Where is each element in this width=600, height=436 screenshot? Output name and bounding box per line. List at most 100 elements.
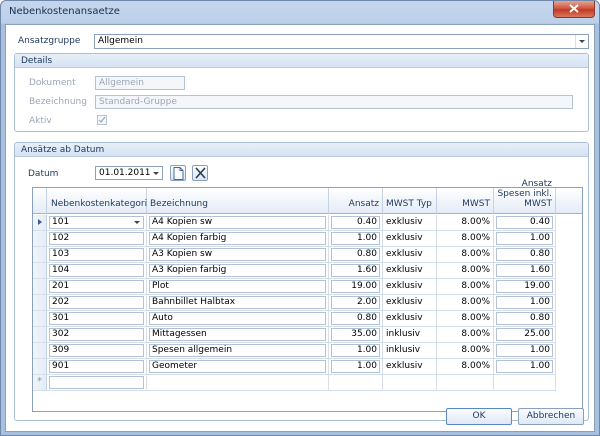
column-header-mwst[interactable]: MWST — [437, 188, 494, 214]
cell-mwst[interactable]: 8.00% — [437, 343, 494, 359]
cell-bezeichnung[interactable]: A3 Kopien farbig — [147, 263, 329, 279]
row-indicator-current[interactable] — [33, 215, 47, 231]
value-input[interactable]: A3 Kopien farbig — [149, 264, 326, 277]
value-input[interactable]: 1.00 — [496, 344, 553, 357]
cancel-button[interactable]: Abbrechen — [518, 408, 584, 425]
cell-bezeichnung[interactable]: Spesen allgemein — [147, 343, 329, 359]
cell-mwst[interactable]: 8.00% — [437, 327, 494, 343]
cell-bezeichnung[interactable] — [147, 375, 329, 391]
row-indicator[interactable]: * — [33, 375, 47, 391]
row-indicator[interactable] — [33, 327, 47, 343]
kategorie-input[interactable]: 201 — [49, 280, 144, 293]
cell-ansatz[interactable] — [329, 375, 383, 391]
kategorie-input[interactable]: 102 — [49, 232, 144, 245]
cell-bezeichnung[interactable]: Auto — [147, 311, 329, 327]
row-indicator[interactable] — [33, 343, 47, 359]
value-input[interactable]: A3 Kopien sw — [149, 248, 326, 261]
kategorie-input[interactable]: 302 — [49, 328, 144, 341]
value-input[interactable]: 0.80 — [331, 312, 380, 325]
cell-mwst-typ[interactable]: exklusiv — [383, 215, 437, 231]
cell-ansatz[interactable]: 1.60 — [329, 263, 383, 279]
cell-mwst[interactable]: 8.00% — [437, 295, 494, 311]
cell-kategorie[interactable]: 103 — [47, 247, 147, 263]
value-input[interactable]: 1.00 — [496, 360, 553, 373]
value-input[interactable]: 0.80 — [496, 312, 553, 325]
cell-mwst[interactable]: 8.00% — [437, 279, 494, 295]
cell-kategorie[interactable]: 104 — [47, 263, 147, 279]
cell-ansatz-spesen[interactable]: 1.60 — [494, 263, 556, 279]
cell-mwst[interactable]: 8.00% — [437, 263, 494, 279]
cell-ansatz[interactable]: 19.00 — [329, 279, 383, 295]
cell-mwst[interactable]: 8.00% — [437, 247, 494, 263]
kategorie-input[interactable]: 104 — [49, 264, 144, 277]
close-button[interactable] — [553, 1, 595, 18]
cell-kategorie[interactable]: 101 — [47, 215, 147, 231]
column-header-bezeichnung[interactable]: Bezeichnung — [147, 188, 329, 214]
value-input[interactable]: 19.00 — [331, 280, 380, 293]
cell-kategorie[interactable] — [47, 375, 147, 391]
cell-ansatz[interactable]: 0.40 — [329, 215, 383, 231]
cell-mwst-typ[interactable]: exklusiv — [383, 231, 437, 247]
row-indicator[interactable] — [33, 231, 47, 247]
kategorie-input[interactable]: 101 — [49, 216, 144, 229]
datum-dropdown-button[interactable] — [150, 167, 162, 179]
value-input[interactable]: 1.00 — [496, 296, 553, 309]
value-input[interactable]: 1.60 — [496, 264, 553, 277]
cell-ansatz-spesen[interactable]: 1.00 — [494, 231, 556, 247]
cell-bezeichnung[interactable]: Plot — [147, 279, 329, 295]
aktiv-checkbox[interactable] — [97, 115, 107, 125]
cell-ansatz[interactable]: 35.00 — [329, 327, 383, 343]
value-input[interactable]: Plot — [149, 280, 326, 293]
cell-mwst-typ[interactable]: exklusiv — [383, 295, 437, 311]
value-input[interactable]: 2.00 — [331, 296, 380, 309]
value-input[interactable]: Bahnbillet Halbtax — [149, 296, 326, 309]
kategorie-input[interactable]: 901 — [49, 360, 144, 373]
cell-kategorie[interactable]: 102 — [47, 231, 147, 247]
value-input[interactable]: 25.00 — [496, 328, 553, 341]
cell-kategorie[interactable]: 302 — [47, 327, 147, 343]
cell-bezeichnung[interactable]: Geometer — [147, 359, 329, 375]
cell-mwst[interactable] — [437, 375, 494, 391]
kategorie-input[interactable]: 202 — [49, 296, 144, 309]
cell-ansatz-spesen[interactable]: 0.80 — [494, 247, 556, 263]
value-input[interactable]: Mittagessen — [149, 328, 326, 341]
row-indicator[interactable] — [33, 263, 47, 279]
value-input[interactable]: Spesen allgemein — [149, 344, 326, 357]
cell-ansatz[interactable]: 1.00 — [329, 359, 383, 375]
ansatzgruppe-dropdown-button[interactable] — [575, 35, 588, 48]
cell-mwst-typ[interactable] — [383, 375, 437, 391]
cell-kategorie[interactable]: 301 — [47, 311, 147, 327]
cell-ansatz[interactable]: 0.80 — [329, 247, 383, 263]
cell-ansatz-spesen[interactable]: 1.00 — [494, 359, 556, 375]
row-indicator[interactable] — [33, 295, 47, 311]
value-input[interactable]: 1.00 — [331, 360, 380, 373]
cell-kategorie[interactable]: 901 — [47, 359, 147, 375]
value-input[interactable]: 1.00 — [331, 232, 380, 245]
ok-button[interactable]: OK — [446, 408, 512, 425]
cell-ansatz-spesen[interactable]: 1.00 — [494, 343, 556, 359]
value-input[interactable]: 19.00 — [496, 280, 553, 293]
dokument-field[interactable]: Allgemein — [95, 76, 185, 90]
column-header-ansatz-spesen[interactable]: Ansatz Spesen inkl. MWST — [494, 179, 556, 214]
cell-ansatz-spesen[interactable]: 25.00 — [494, 327, 556, 343]
cell-mwst[interactable]: 8.00% — [437, 231, 494, 247]
value-input[interactable]: 35.00 — [331, 328, 380, 341]
cell-ansatz-spesen[interactable]: 0.40 — [494, 215, 556, 231]
value-input[interactable]: 0.40 — [496, 216, 553, 229]
row-indicator[interactable] — [33, 279, 47, 295]
title-bar[interactable]: Nebenkostenansaetze — [1, 1, 599, 23]
cell-kategorie[interactable]: 202 — [47, 295, 147, 311]
value-input[interactable]: Geometer — [149, 360, 326, 373]
cell-mwst[interactable]: 8.00% — [437, 215, 494, 231]
cell-mwst-typ[interactable]: exklusiv — [383, 359, 437, 375]
kategorie-input[interactable]: 301 — [49, 312, 144, 325]
cell-ansatz[interactable]: 0.80 — [329, 311, 383, 327]
row-indicator[interactable] — [33, 311, 47, 327]
kategorie-input[interactable]: 309 — [49, 344, 144, 357]
cell-mwst-typ[interactable]: exklusiv — [383, 311, 437, 327]
value-input[interactable]: A4 Kopien sw — [149, 216, 326, 229]
cell-kategorie[interactable]: 309 — [47, 343, 147, 359]
cell-kategorie[interactable]: 201 — [47, 279, 147, 295]
value-input[interactable]: A4 Kopien farbig — [149, 232, 326, 245]
cell-mwst-typ[interactable]: exklusiv — [383, 247, 437, 263]
